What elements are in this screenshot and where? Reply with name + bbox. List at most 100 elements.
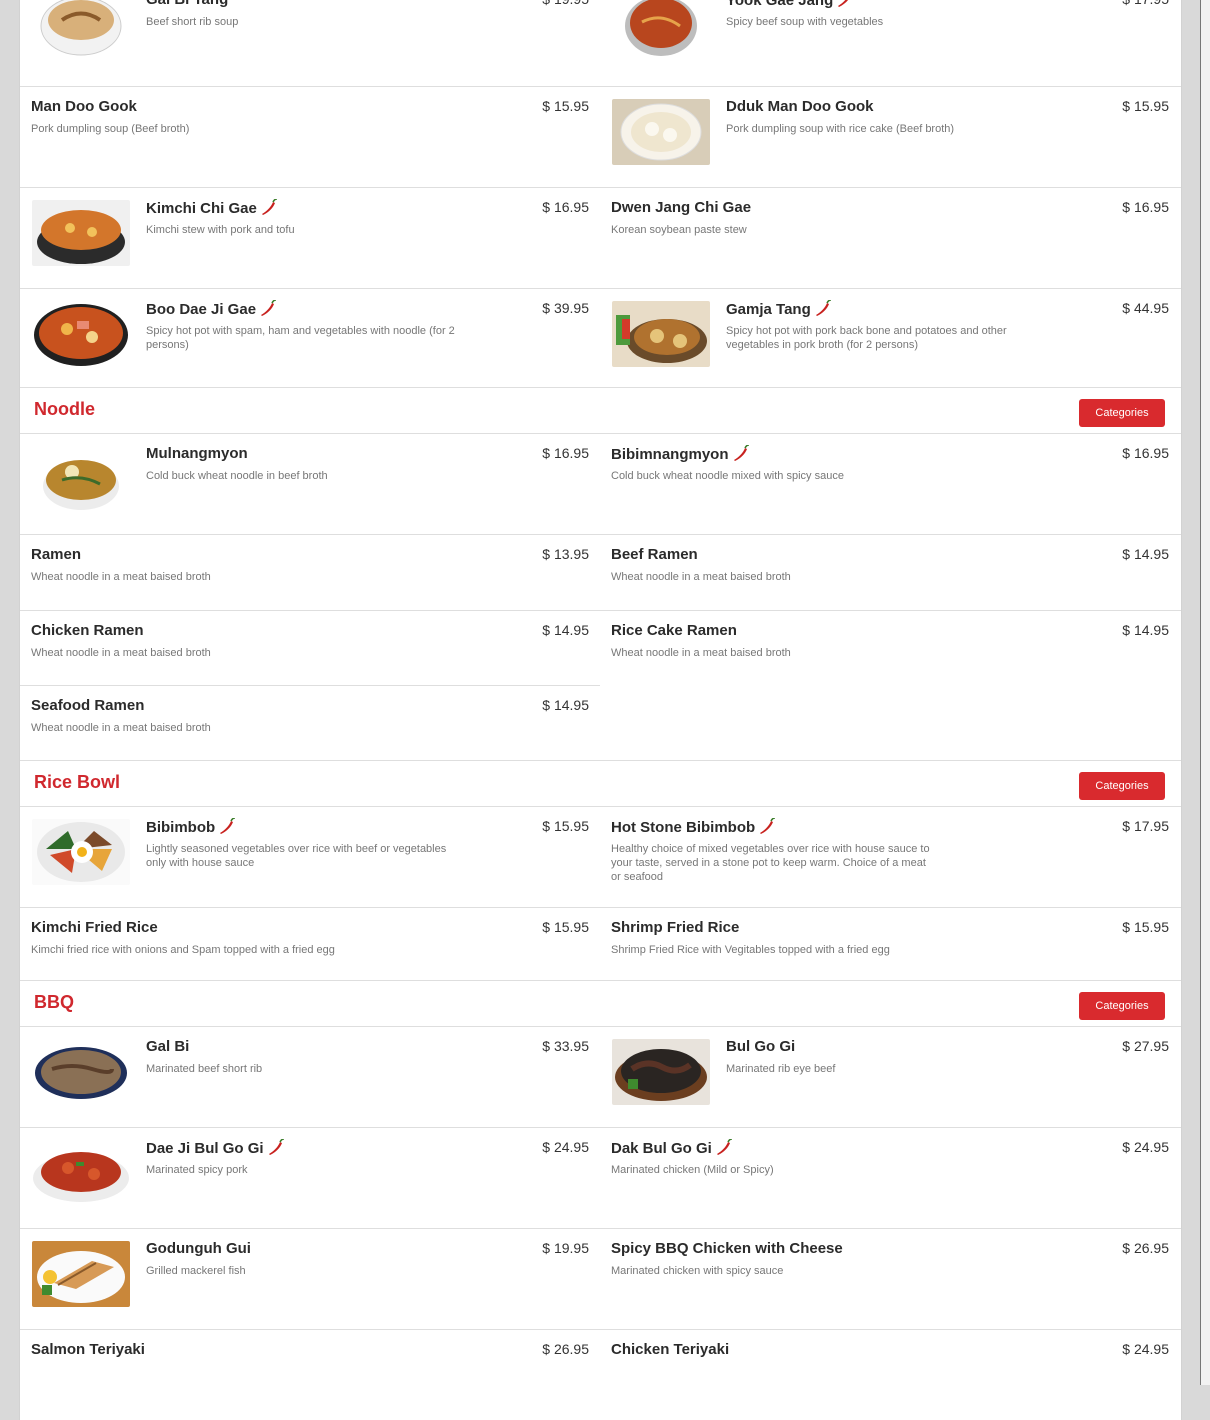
item-description: Grilled mackerel fish: [146, 1265, 246, 1277]
item-description: Marinated spicy pork: [146, 1164, 248, 1176]
menu-item[interactable]: Gal Bi Marinated beef short rib $ 33.95: [20, 1027, 600, 1127]
menu-item[interactable]: Dduk Man Doo Gook Pork dumpling soup with…: [600, 87, 1180, 187]
item-name: Salmon Teriyaki: [31, 1341, 145, 1358]
menu-row: Man Doo Gook Pork dumpling soup (Beef bro…: [20, 87, 1181, 188]
menu-item[interactable]: Gamja Tang Spicy hot pot with pork back b…: [600, 289, 1180, 387]
menu-item[interactable]: Rice Cake Ramen Wheat noodle in a meat ba…: [600, 611, 1180, 686]
item-name: Bul Go Gi: [726, 1038, 795, 1055]
menu-item[interactable]: Seafood Ramen Wheat noodle in a meat bais…: [20, 686, 600, 760]
menu-item[interactable]: Bibimnangmyon Cold buck wheat noodle mixe…: [600, 434, 1180, 534]
item-price: $ 39.95: [542, 300, 589, 316]
item-name-text: Bul Go Gi: [726, 1038, 796, 1055]
item-description: Wheat noodle in a meat baised broth: [31, 647, 211, 659]
section-header-noodle: Noodle Categories: [20, 387, 1181, 434]
menu-item[interactable]: Mulnangmyon Cold buck wheat noodle in bee…: [20, 434, 600, 534]
food-photo: [32, 1140, 130, 1206]
item-name: Mulnangmyon: [146, 445, 248, 462]
item-price: $ 19.95: [542, 0, 589, 7]
menu-row: Dae Ji Bul Go Gi Marinated spicy pork $ 24…: [20, 1128, 1181, 1229]
item-name-text: Mulnangmyon: [146, 445, 248, 462]
menu-item[interactable]: Beef Ramen Wheat noodle in a meat baised …: [600, 535, 1180, 610]
item-name: Kimchi Fried Rice: [31, 919, 158, 936]
item-name-text: Spicy BBQ Chicken with Cheese: [611, 1240, 843, 1257]
menu-item[interactable]: Boo Dae Ji Gae Spicy hot pot with spam, h…: [20, 289, 600, 387]
item-name: Beef Ramen: [611, 546, 698, 563]
chili-pepper-icon: [716, 1139, 732, 1155]
chili-pepper-icon: [261, 300, 277, 316]
food-photo: [32, 1241, 130, 1307]
item-description: Cold buck wheat noodle in beef broth: [146, 470, 328, 482]
food-photo: [32, 446, 130, 512]
menu-item[interactable]: Dae Ji Bul Go Gi Marinated spicy pork $ 24…: [20, 1128, 600, 1228]
menu-row: Bibimbob Lightly seasoned vegetables over…: [20, 807, 1181, 908]
scrollbar[interactable]: [1200, 0, 1210, 1385]
item-price: $ 33.95: [542, 1038, 589, 1054]
food-photo: [612, 99, 710, 165]
item-name-text: Man Doo Gook: [31, 98, 137, 115]
menu-item[interactable]: Kimchi Chi Gae Kimchi stew with pork and …: [20, 188, 600, 288]
categories-button[interactable]: Categories: [1079, 992, 1165, 1020]
empty-cell: [600, 686, 1180, 760]
menu-item[interactable]: Yook Gae Jang Spicy beef soup with vegeta…: [600, 0, 1180, 86]
menu-item[interactable]: Bibimbob Lightly seasoned vegetables over…: [20, 807, 600, 907]
menu-card: Gal Bi Tang Beef short rib soup $ 19.95 Yoo…: [19, 0, 1182, 1420]
item-price: $ 27.95: [1122, 1038, 1169, 1054]
menu-item[interactable]: Dak Bul Go Gi Marinated chicken (Mild or …: [600, 1128, 1180, 1228]
menu-item[interactable]: Hot Stone Bibimbob Healthy choice of mixe…: [600, 807, 1180, 907]
item-name-text: Ramen: [31, 546, 82, 563]
item-name: Seafood Ramen: [31, 697, 144, 714]
item-name-text: Dak Bul Go Gi: [611, 1140, 712, 1157]
item-price: $ 19.95: [542, 1240, 589, 1256]
section-header-bbq: BBQ Categories: [20, 980, 1181, 1027]
item-name: Shrimp Fried Rice: [611, 919, 739, 936]
menu-item[interactable]: Salmon Teriyaki $ 26.95: [20, 1330, 600, 1420]
item-description: Beef short rib soup: [146, 16, 239, 28]
item-name-text: Kimchi Chi Gae: [146, 200, 257, 217]
item-name-text: Seafood Ramen: [31, 697, 145, 714]
item-description: Cold buck wheat noodle mixed with spicy …: [611, 470, 844, 482]
categories-button[interactable]: Categories: [1079, 399, 1165, 427]
item-price: $ 15.95: [542, 98, 589, 114]
item-price: $ 17.95: [1122, 818, 1169, 834]
item-description: Marinated rib eye beef: [726, 1063, 836, 1075]
food-photo: [612, 1039, 710, 1105]
menu-item[interactable]: Godunguh Gui Grilled mackerel fish $ 19.95: [20, 1229, 600, 1329]
item-description: Marinated beef short rib: [146, 1063, 263, 1075]
menu-item[interactable]: Chicken Ramen Wheat noodle in a meat bais…: [20, 611, 600, 686]
item-price: $ 16.95: [1122, 199, 1169, 215]
item-name-text: Dduk Man Doo Gook: [726, 98, 874, 115]
menu-item[interactable]: Ramen Wheat noodle in a meat baised broth…: [20, 535, 600, 610]
chili-pepper-icon: [760, 818, 776, 834]
item-price: $ 14.95: [542, 622, 589, 638]
menu-item[interactable]: Chicken Teriyaki $ 24.95: [600, 1330, 1180, 1420]
item-name: Boo Dae Ji Gae: [146, 300, 277, 318]
item-description: Wheat noodle in a meat baised broth: [31, 571, 211, 583]
item-price: $ 24.95: [542, 1139, 589, 1155]
item-name: Godunguh Gui: [146, 1240, 251, 1257]
item-name: Chicken Teriyaki: [611, 1341, 729, 1358]
item-name-text: Salmon Teriyaki: [31, 1341, 145, 1358]
section-title: BBQ: [34, 992, 74, 1012]
item-description: Spicy hot pot with spam, ham and vegetab…: [146, 325, 455, 351]
menu-item[interactable]: Man Doo Gook Pork dumpling soup (Beef bro…: [20, 87, 600, 187]
item-description: Healthy choice of mixed vegetables over …: [611, 843, 930, 883]
menu-item[interactable]: Dwen Jang Chi Gae Korean soybean paste st…: [600, 188, 1180, 288]
menu-item[interactable]: Bul Go Gi Marinated rib eye beef $ 27.95: [600, 1027, 1180, 1127]
item-price: $ 14.95: [1122, 546, 1169, 562]
item-name: Hot Stone Bibimbob: [611, 818, 776, 836]
item-description: Shrimp Fried Rice with Vegitables topped…: [611, 944, 890, 956]
menu-item[interactable]: Gal Bi Tang Beef short rib soup $ 19.95: [20, 0, 600, 86]
item-price: $ 16.95: [542, 199, 589, 215]
menu-item[interactable]: Kimchi Fried Rice Kimchi fried rice with …: [20, 908, 600, 980]
food-photo: [32, 1039, 130, 1105]
categories-button[interactable]: Categories: [1079, 772, 1165, 800]
menu-row: Kimchi Fried Rice Kimchi fried rice with …: [20, 908, 1181, 980]
item-name-text: Dae Ji Bul Go Gi: [146, 1140, 264, 1157]
item-description: Lightly seasoned vegetables over rice wi…: [146, 843, 447, 869]
item-price: $ 15.95: [542, 919, 589, 935]
item-name: Man Doo Gook: [31, 98, 137, 115]
item-name-text: Hot Stone Bibimbob: [611, 819, 756, 836]
menu-item[interactable]: Spicy BBQ Chicken with Cheese Marinated c…: [600, 1229, 1180, 1329]
item-description: Spicy beef soup with vegetables: [726, 16, 884, 28]
menu-item[interactable]: Shrimp Fried Rice Shrimp Fried Rice with …: [600, 908, 1180, 980]
